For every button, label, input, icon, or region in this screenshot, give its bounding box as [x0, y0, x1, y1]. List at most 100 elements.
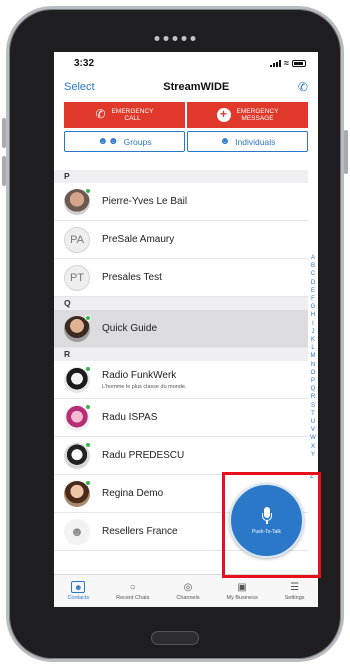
contact-type-switch: ☻☻ Groups ☻ Individuals: [64, 131, 308, 152]
emergency-call-button[interactable]: ✆ EMERGENCY CALL: [64, 102, 185, 128]
contacts-icon: ☻: [71, 581, 86, 593]
contact-row[interactable]: PT Presales Test: [54, 259, 308, 297]
alphabet-index-letter[interactable]: Y: [309, 451, 317, 459]
status-bar: 3:32 ≈: [54, 52, 318, 74]
tab-bar: ☻ Contacts ○ Recent Chats ◎ Channels ▣ M…: [54, 574, 318, 607]
emergency-message-button[interactable]: + EMERGENCY MESSAGE: [187, 102, 308, 128]
contact-status-message: L'homme le plus classe du monde.: [102, 383, 187, 390]
alphabet-index-letter[interactable]: W: [309, 434, 317, 442]
tab-recent-chats[interactable]: ○ Recent Chats: [116, 581, 150, 602]
alphabet-index-letter[interactable]: R: [309, 393, 317, 401]
alphabet-index-letter[interactable]: H: [309, 311, 317, 319]
phone-icon[interactable]: ✆: [298, 80, 308, 94]
contact-name: Radio FunkWerk: [102, 369, 177, 381]
contact-name: Presales Test: [102, 272, 162, 283]
alphabet-index-letter[interactable]: J: [309, 328, 317, 336]
contact-name: Quick Guide: [102, 323, 158, 334]
alphabet-index-letter[interactable]: U: [309, 418, 317, 426]
settings-icon: ☰: [290, 581, 300, 593]
alphabet-index-letter[interactable]: B: [309, 262, 317, 270]
alphabet-index[interactable]: ABCDEFGHIJKLMNOPQRSTUVWXY: [309, 254, 317, 459]
contact-row[interactable]: PA PreSale Amaury: [54, 221, 308, 259]
alphabet-index-letter[interactable]: P: [309, 377, 317, 385]
status-time: 3:32: [74, 57, 95, 69]
groups-label: Groups: [123, 136, 152, 147]
tab-my-business[interactable]: ▣ My Business: [226, 581, 258, 602]
contact-name: Radu ISPAS: [102, 412, 158, 423]
individuals-tab[interactable]: ☻ Individuals: [187, 131, 308, 152]
alphabet-index-letter[interactable]: N: [309, 361, 317, 369]
online-indicator: [85, 441, 91, 448]
person-icon: ☻: [219, 136, 231, 147]
online-indicator: [85, 479, 91, 486]
power-button: [344, 130, 348, 174]
contact-row[interactable]: Quick Guide: [54, 310, 308, 348]
online-indicator: [85, 187, 91, 194]
alphabet-index-letter[interactable]: T: [309, 410, 317, 418]
alphabet-index-letter[interactable]: G: [309, 303, 317, 311]
contact-name: Regina Demo: [102, 488, 164, 499]
emergency-actions: ✆ EMERGENCY CALL + EMERGENCY MESSAGE: [64, 102, 308, 128]
emergency-message-label: EMERGENCY MESSAGE: [236, 107, 279, 122]
group-icon: ☻☻: [97, 136, 119, 147]
avatar: [64, 365, 91, 393]
chevron-right-icon[interactable]: ›: [294, 532, 298, 544]
avatar: [64, 314, 91, 342]
phone-handset-icon: ✆: [95, 107, 106, 122]
alphabet-index-letter[interactable]: F: [309, 295, 317, 303]
online-indicator: [85, 403, 91, 410]
tab-label: Contacts: [67, 595, 90, 601]
alphabet-index-letter[interactable]: X: [309, 443, 317, 451]
tab-contacts[interactable]: ☻ Contacts: [67, 581, 89, 601]
contact-row[interactable]: Radio FunkWerk L'homme le plus classe du…: [54, 361, 308, 399]
select-button[interactable]: Select: [64, 81, 95, 93]
alphabet-index-letter[interactable]: Q: [309, 385, 317, 393]
alphabet-index-letter[interactable]: E: [309, 287, 317, 295]
avatar: [64, 441, 91, 469]
section-header-q: Q: [54, 297, 308, 310]
alphabet-index-letter[interactable]: M: [309, 352, 317, 360]
contact-row[interactable]: Pierre-Yves Le Bail: [54, 183, 308, 221]
contact-name: Resellers France: [102, 526, 178, 537]
alphabet-index-letter[interactable]: O: [309, 369, 317, 377]
chat-bubbles-icon: ○: [129, 581, 136, 593]
tab-channels[interactable]: ◎ Channels: [176, 581, 200, 602]
alphabet-index-letter[interactable]: V: [309, 426, 317, 434]
channels-icon: ◎: [183, 581, 193, 593]
alphabet-index-letter[interactable]: I: [309, 320, 317, 328]
wifi-icon: ≈: [284, 57, 289, 68]
tab-label: My Business: [226, 595, 258, 601]
battery-icon: [292, 59, 306, 67]
contact-name: PreSale Amaury: [102, 234, 175, 245]
contact-name: Pierre-Yves Le Bail: [102, 196, 188, 207]
contact-row[interactable]: Radu PREDESCU: [54, 437, 308, 475]
alphabet-index-letter[interactable]: A: [309, 254, 317, 262]
alphabet-index-letter[interactable]: L: [309, 344, 317, 352]
avatar: [64, 479, 91, 507]
contact-name: Radu PREDESCU: [102, 450, 185, 461]
alphabet-index-letter[interactable]: K: [309, 336, 317, 344]
avatar: [64, 187, 91, 215]
avatar: [64, 403, 91, 431]
tab-settings[interactable]: ☰ Settings: [284, 581, 305, 602]
section-header-p: P: [54, 170, 308, 183]
alphabet-index-letter[interactable]: S: [309, 402, 317, 410]
volume-up-button: [2, 118, 6, 148]
contact-row[interactable]: Radu ISPAS: [54, 399, 308, 437]
section-header-r: R: [54, 348, 308, 361]
tab-label: Recent Chats: [116, 595, 150, 601]
signal-icon: [270, 59, 282, 67]
alphabet-index-letter[interactable]: D: [309, 279, 317, 287]
online-indicator: [85, 365, 91, 372]
push-to-talk-button[interactable]: Push-To-Talk: [229, 483, 304, 558]
group-icon: ☻: [64, 518, 90, 545]
page-title: StreamWIDE: [163, 81, 230, 93]
groups-tab[interactable]: ☻☻ Groups: [64, 131, 185, 152]
tab-label: Channels: [176, 595, 200, 601]
emergency-call-label: EMERGENCY CALL: [111, 107, 154, 122]
alphabet-index-letter[interactable]: C: [309, 270, 317, 278]
avatar: PT: [64, 264, 90, 291]
individuals-label: Individuals: [235, 136, 276, 147]
tab-label: Settings: [284, 595, 305, 601]
home-button[interactable]: [151, 631, 199, 645]
